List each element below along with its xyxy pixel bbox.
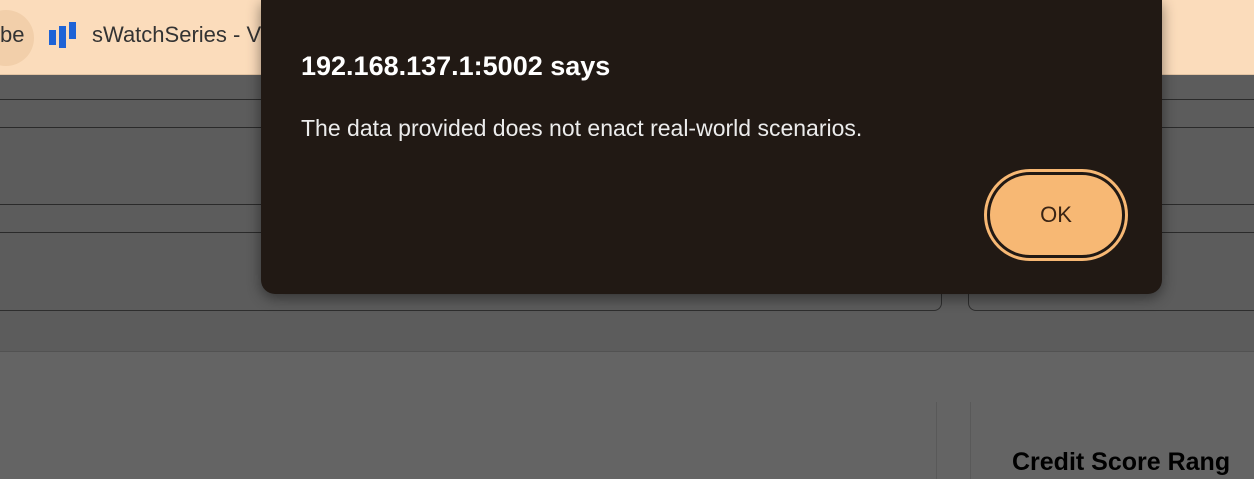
- dialog-message: The data provided does not enact real-wo…: [301, 115, 863, 141]
- bars-chart-icon: [49, 22, 76, 48]
- section-divider: [936, 402, 937, 479]
- bookmark-swatchseries[interactable]: sWatchSeries - V: [48, 19, 261, 51]
- bookmark-partial-label[interactable]: be: [0, 22, 24, 48]
- section-divider: [970, 402, 971, 479]
- alert-dialog: 192.168.137.1:5002 says The data provide…: [261, 0, 1162, 294]
- bookmark-label: sWatchSeries - V: [92, 22, 262, 47]
- ok-button[interactable]: OK: [987, 172, 1125, 258]
- section-heading: Credit Score Rang: [1012, 448, 1231, 476]
- dialog-title: 192.168.137.1:5002 says: [301, 51, 611, 81]
